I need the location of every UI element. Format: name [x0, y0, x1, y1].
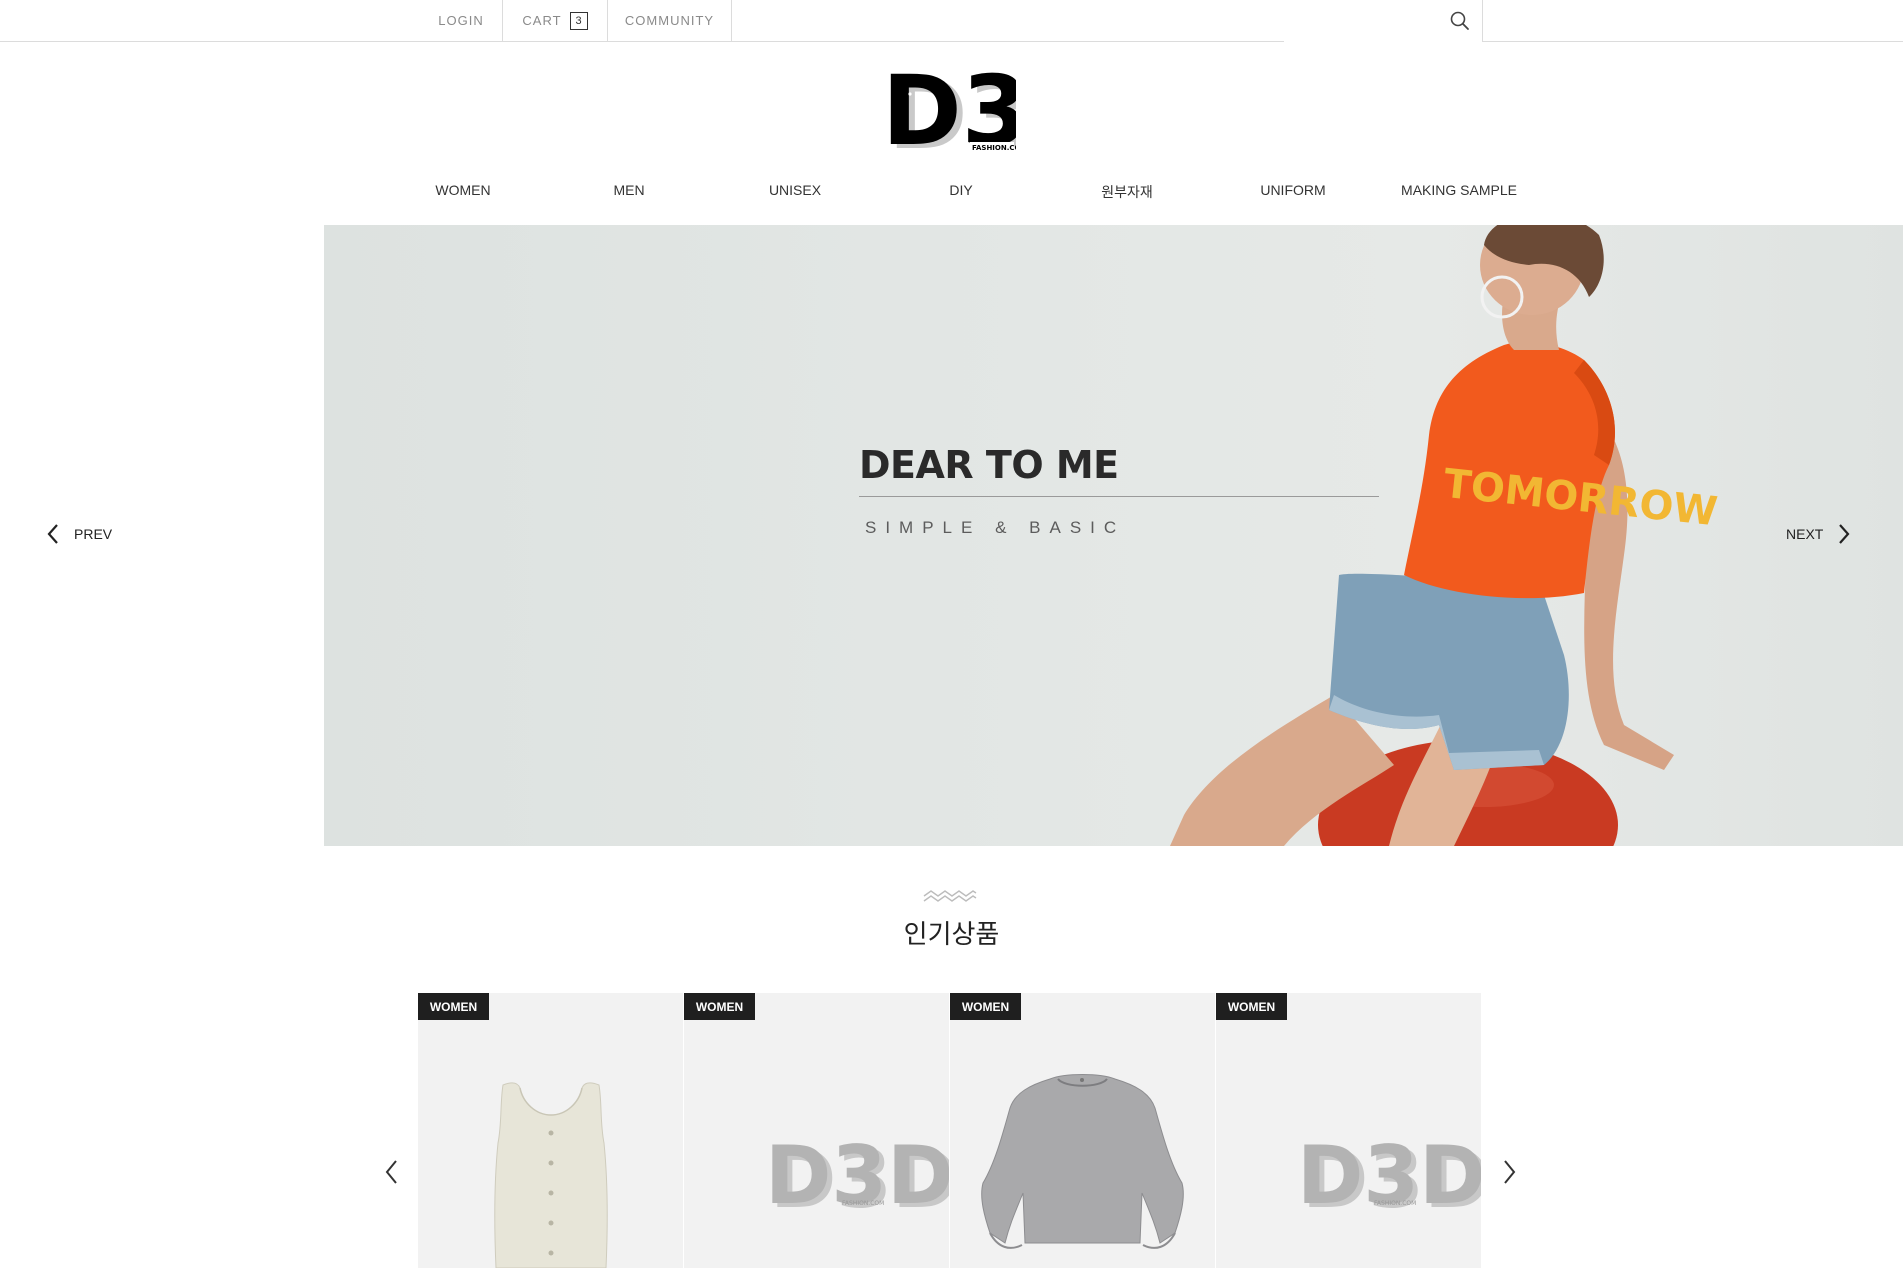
hero-subtitle: SIMPLE & BASIC [865, 518, 1126, 537]
nav-item-uniform[interactable]: UNIFORM [1210, 182, 1376, 198]
chevron-left-icon [47, 524, 58, 544]
product-card[interactable]: D3D D3D FASHION.COM WOMEN [684, 993, 949, 1268]
nav-item-materials[interactable]: 원부자재 [1044, 182, 1210, 202]
popular-section-title: 인기상품 [903, 919, 1000, 949]
placeholder-logo-text: FASHION.COM [842, 1200, 884, 1207]
cart-count-badge: 3 [569, 11, 588, 30]
product-card[interactable]: WOMEN [418, 993, 683, 1268]
site-logo[interactable]: D3D D3D FASHION.COM [882, 55, 1114, 171]
hero-prev-button[interactable]: PREV [44, 522, 112, 546]
svg-text:D3D: D3D [765, 1129, 949, 1222]
category-badge: WOMEN [950, 993, 1021, 1020]
category-badge: WOMEN [418, 993, 489, 1020]
login-link[interactable]: LOGIN [420, 0, 502, 41]
main-nav: WOMEN MEN UNISEX DIY 원부자재 UNIFORM MAKING… [380, 182, 1523, 210]
product-image-sleeveless-top [494, 1082, 608, 1268]
hero-banner[interactable]: TOMORROW DEAR TO ME SIMPLE & BASIC [324, 225, 1903, 846]
chevron-left-icon [385, 1160, 397, 1184]
popular-products-carousel: WOMEN D3D D3D FASHION.COM WOMEN WOMEN D3… [418, 993, 1482, 1268]
svg-text:FASHION.COM: FASHION.COM [972, 144, 1016, 152]
nav-item-unisex[interactable]: UNISEX [712, 182, 878, 198]
top-utility-bar: LOGIN CART 3 COMMUNITY [0, 0, 1903, 42]
nav-item-making-sample[interactable]: MAKING SAMPLE [1376, 182, 1542, 198]
product-image-placeholder-logo: D3D D3D FASHION.COM [1297, 1129, 1481, 1226]
chevron-right-icon [1839, 524, 1850, 544]
prev-label: PREV [74, 526, 113, 542]
nav-item-men[interactable]: MEN [546, 182, 712, 198]
hero-next-button[interactable]: NEXT [1786, 522, 1853, 546]
product-image-ruffle-blouse [981, 1074, 1184, 1249]
hero-divider [859, 496, 1379, 497]
next-label: NEXT [1786, 526, 1824, 542]
svg-text:D3D: D3D [1297, 1129, 1481, 1222]
products-prev-button[interactable] [380, 1157, 404, 1187]
hero-title: DEAR TO ME [859, 443, 1119, 487]
search-icon[interactable] [1447, 8, 1473, 34]
product-card[interactable]: D3D D3D FASHION.COM WOMEN [1216, 993, 1481, 1268]
login-label: LOGIN [438, 13, 484, 28]
placeholder-logo-text: FASHION.COM [1374, 1200, 1416, 1207]
product-card[interactable]: WOMEN [950, 993, 1215, 1268]
chevron-right-icon [1504, 1160, 1516, 1184]
product-image-placeholder-logo: D3D D3D FASHION.COM [765, 1129, 949, 1226]
community-link[interactable]: COMMUNITY [608, 0, 732, 41]
community-label: COMMUNITY [624, 13, 715, 28]
cart-link[interactable]: CART 3 [502, 0, 608, 41]
nav-item-women[interactable]: WOMEN [380, 182, 546, 198]
wave-decoration-icon [923, 890, 977, 902]
nav-item-diy[interactable]: DIY [878, 182, 1044, 198]
category-badge: WOMEN [684, 993, 755, 1020]
products-next-button[interactable] [1497, 1157, 1521, 1187]
cart-label: CART [522, 13, 562, 28]
category-badge: WOMEN [1216, 993, 1287, 1020]
